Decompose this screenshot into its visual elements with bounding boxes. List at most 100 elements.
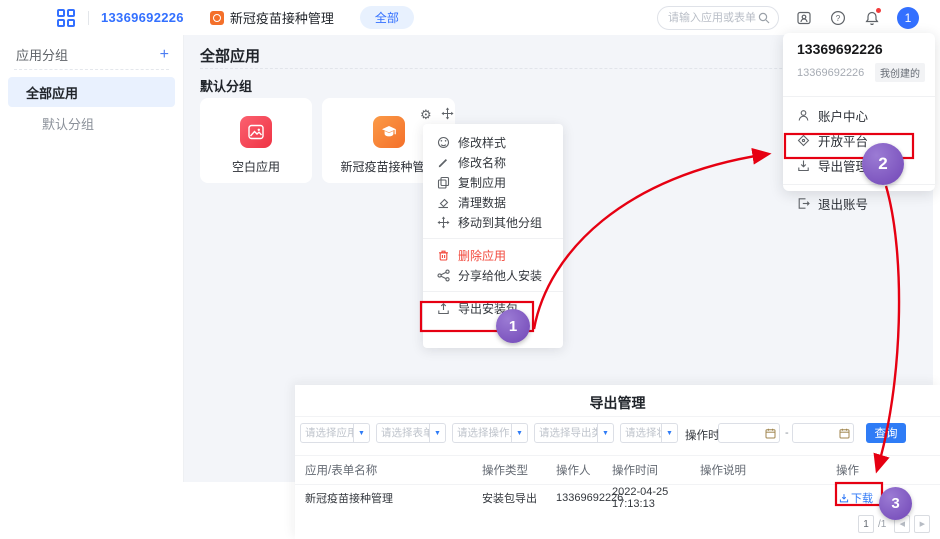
notification-bell-icon[interactable] — [863, 9, 881, 27]
sidebar-divider — [14, 69, 169, 70]
menu-item-clean-data[interactable]: 清理数据 — [423, 192, 563, 212]
menu-item-export-package[interactable]: 导出安装包 — [423, 298, 563, 318]
logout-icon — [797, 197, 810, 210]
date-range-separator: - — [785, 427, 789, 439]
move-icon — [437, 216, 450, 229]
page-total: /1 — [878, 519, 886, 530]
menu-item-move-group[interactable]: 移动到其他分组 — [423, 212, 563, 232]
sidebar-item-default-group[interactable]: 默认分组 — [8, 107, 175, 139]
app-card-blank[interactable]: 空白应用 — [200, 98, 312, 183]
search-icon — [758, 12, 770, 24]
col-header: 操作类型 — [482, 462, 556, 478]
open-platform-icon — [797, 134, 810, 147]
menu-item-label: 导出安装包 — [458, 300, 518, 317]
next-page-button[interactable]: ▶ — [914, 515, 930, 533]
menu-item-label: 移动到其他分组 — [458, 214, 542, 231]
user-menu-title: 13369692226 — [783, 41, 935, 57]
menu-item-account-center[interactable]: 账户中心 — [783, 103, 935, 128]
style-icon — [437, 136, 450, 149]
download-link[interactable]: 下载 — [839, 490, 873, 506]
filter-select-app[interactable]: 请选择应用 ▼ — [300, 423, 370, 443]
app-tab[interactable]: 新冠疫苗接种管理 — [210, 8, 334, 27]
chevron-down-icon: ▼ — [511, 424, 527, 442]
export-panel-title: 导出管理 — [295, 393, 940, 413]
filter-select-export-type[interactable]: 请选择导出类型 ▼ — [534, 423, 614, 443]
pagination: 1 /1 ◀ ▶ — [858, 515, 934, 533]
export-download-icon — [797, 159, 810, 172]
cell-operation-time: 2022-04-25 17:13:13 — [612, 486, 700, 510]
card-settings-gear-icon[interactable]: ⚙ — [420, 107, 432, 123]
menu-item-label: 开放平台 — [818, 131, 868, 150]
col-header: 操作时间 — [612, 462, 700, 478]
search-input[interactable] — [666, 11, 758, 25]
calendar-icon — [839, 428, 850, 439]
select-placeholder: 请选择应用 — [301, 424, 353, 442]
menu-divider — [783, 184, 935, 185]
add-group-button[interactable]: + — [160, 48, 169, 62]
menu-item-copy-app[interactable]: 复制应用 — [423, 172, 563, 192]
sidebar-item-label: 全部应用 — [26, 83, 78, 102]
filter-select-status[interactable]: 请选择状态 ▼ — [620, 423, 678, 443]
menu-item-label: 导出管理 — [818, 156, 868, 175]
screenshot-canvas: 13369692226 新冠疫苗接种管理 全部 ? — [0, 0, 940, 539]
menu-divider — [423, 291, 563, 292]
sidebar: 应用分组 + 全部应用 默认分组 — [0, 35, 184, 482]
cell-actions: 下载 删除 — [836, 490, 940, 506]
menu-item-logout[interactable]: 退出账号 — [783, 191, 935, 216]
chevron-down-icon: ▼ — [353, 424, 369, 442]
card-move-handle-icon[interactable] — [441, 107, 454, 120]
query-button[interactable]: 查询 — [866, 423, 906, 443]
cell-operation-type: 安装包导出 — [482, 490, 556, 506]
prev-page-button[interactable]: ◀ — [894, 515, 910, 533]
menu-item-label: 退出账号 — [818, 194, 868, 213]
search-box[interactable] — [657, 6, 779, 30]
menu-item-label: 清理数据 — [458, 194, 506, 211]
filter-select-form[interactable]: 请选择表单 ▼ — [376, 423, 446, 443]
export-upload-icon — [437, 302, 450, 315]
panel-divider — [295, 416, 940, 417]
page-number-button[interactable]: 1 — [858, 515, 874, 533]
menu-item-export-management[interactable]: 导出管理 — [783, 153, 935, 178]
col-header: 操作 — [836, 462, 940, 478]
contacts-icon[interactable] — [795, 9, 813, 27]
help-icon[interactable]: ? — [829, 9, 847, 27]
chevron-down-icon: ▼ — [429, 424, 445, 442]
sidebar-item-all-apps[interactable]: 全部应用 — [8, 77, 175, 107]
menu-item-delete-app[interactable]: 删除应用 — [423, 245, 563, 265]
menu-item-open-platform[interactable]: 开放平台 — [783, 128, 935, 153]
sidebar-item-label: 默认分组 — [42, 114, 94, 133]
app-grid-logo-icon[interactable] — [56, 8, 76, 28]
menu-item-label: 分享给他人安装 — [458, 267, 542, 284]
trash-icon — [437, 249, 450, 262]
menu-item-share-install[interactable]: 分享给他人安装 — [423, 265, 563, 285]
menu-item-label: 账户中心 — [818, 106, 868, 125]
menu-item-edit-style[interactable]: 修改样式 — [423, 132, 563, 152]
date-input-end[interactable] — [792, 423, 854, 443]
user-avatar[interactable]: 1 — [897, 7, 919, 29]
chevron-down-icon: ▼ — [597, 424, 613, 442]
filter-pill-all[interactable]: 全部 — [360, 6, 414, 29]
broom-icon — [437, 196, 450, 209]
date-input-start[interactable] — [718, 423, 780, 443]
download-icon — [839, 493, 849, 503]
menu-divider — [783, 96, 935, 97]
person-icon — [797, 109, 810, 122]
group-title: 默认分组 — [200, 76, 252, 95]
calendar-icon — [765, 428, 776, 439]
sidebar-title: 应用分组 — [16, 45, 68, 64]
cell-app-name: 新冠疫苗接种管理 — [305, 490, 482, 506]
menu-item-label: 删除应用 — [458, 247, 506, 264]
top-bar-right: ? 1 — [657, 6, 933, 30]
menu-item-label: 修改名称 — [458, 154, 506, 171]
col-header: 操作人 — [556, 462, 612, 478]
select-placeholder: 请选择表单 — [377, 424, 429, 442]
table-header-row: 应用/表单名称 操作类型 操作人 操作时间 操作说明 操作 — [305, 455, 940, 484]
workspace-account[interactable]: 13369692226 — [101, 10, 184, 25]
filter-select-operator[interactable]: 请选择操作人 ▼ — [452, 423, 528, 443]
select-placeholder: 请选择操作人 — [453, 424, 511, 442]
download-label: 下载 — [851, 490, 873, 506]
page-title: 全部应用 — [200, 45, 260, 66]
menu-item-rename[interactable]: 修改名称 — [423, 152, 563, 172]
delete-link[interactable]: 删除 — [883, 490, 905, 506]
app-tab-icon — [210, 11, 224, 25]
